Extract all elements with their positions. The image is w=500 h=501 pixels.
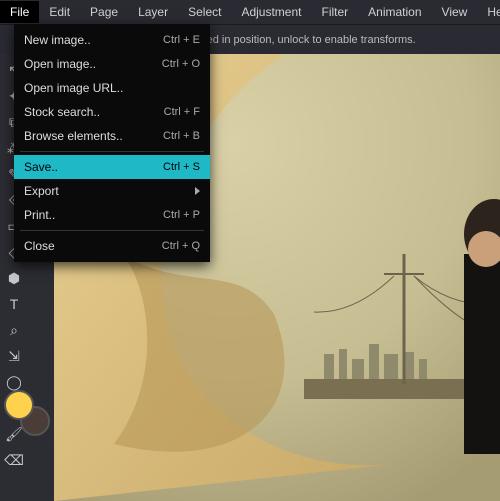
swatch-foreground[interactable] bbox=[4, 390, 34, 420]
menu-save[interactable]: Save.. Ctrl + S bbox=[14, 155, 210, 179]
menu-open-image[interactable]: Open image.. Ctrl + O bbox=[14, 52, 210, 76]
submenu-arrow-icon bbox=[195, 187, 200, 195]
menubar: File Edit Page Layer Select Adjustment F… bbox=[0, 0, 500, 24]
menu-browse-elements[interactable]: Browse elements.. Ctrl + B bbox=[14, 124, 210, 148]
menu-file[interactable]: File bbox=[0, 1, 39, 23]
menu-label: Open image URL.. bbox=[24, 81, 123, 95]
menu-open-url[interactable]: Open image URL.. bbox=[14, 76, 210, 100]
menu-label: New image.. bbox=[24, 33, 91, 47]
menu-select[interactable]: Select bbox=[178, 1, 231, 23]
menu-help[interactable]: Help bbox=[477, 1, 500, 23]
menu-export[interactable]: Export bbox=[14, 179, 210, 203]
menu-separator bbox=[20, 230, 204, 231]
menu-shortcut: Ctrl + Q bbox=[162, 240, 200, 252]
menu-stock-search[interactable]: Stock search.. Ctrl + F bbox=[14, 100, 210, 124]
menu-shortcut: Ctrl + S bbox=[163, 161, 200, 173]
menu-page[interactable]: Page bbox=[80, 1, 128, 23]
tool-blur[interactable]: ⬢ bbox=[2, 266, 26, 290]
menu-shortcut: Ctrl + B bbox=[163, 130, 200, 142]
tool-zoom[interactable]: ⌕ bbox=[2, 318, 26, 342]
file-dropdown: New image.. Ctrl + E Open image.. Ctrl +… bbox=[14, 24, 210, 262]
menu-label: Print.. bbox=[24, 208, 55, 222]
menu-view[interactable]: View bbox=[432, 1, 478, 23]
menu-shortcut: Ctrl + F bbox=[164, 106, 200, 118]
menu-label: Close bbox=[24, 239, 55, 253]
menu-adjustment[interactable]: Adjustment bbox=[231, 1, 311, 23]
menu-new-image[interactable]: New image.. Ctrl + E bbox=[14, 28, 210, 52]
menu-label: Browse elements.. bbox=[24, 129, 123, 143]
menu-shortcut: Ctrl + O bbox=[162, 58, 200, 70]
menu-edit[interactable]: Edit bbox=[39, 1, 80, 23]
menu-separator bbox=[20, 151, 204, 152]
tool-text[interactable]: T bbox=[2, 292, 26, 316]
menu-shortcut: Ctrl + E bbox=[163, 34, 200, 46]
menu-print[interactable]: Print.. Ctrl + P bbox=[14, 203, 210, 227]
color-swatches bbox=[4, 390, 50, 436]
menu-label: Export bbox=[24, 184, 59, 198]
menu-layer[interactable]: Layer bbox=[128, 1, 178, 23]
menu-label: Stock search.. bbox=[24, 105, 100, 119]
menu-filter[interactable]: Filter bbox=[311, 1, 358, 23]
tool-arrange[interactable]: ⇲ bbox=[2, 344, 26, 368]
menu-close[interactable]: Close Ctrl + Q bbox=[14, 234, 210, 258]
menu-label: Save.. bbox=[24, 160, 58, 174]
tool-eraser[interactable]: ⌫ bbox=[2, 448, 26, 472]
menu-shortcut: Ctrl + P bbox=[163, 209, 200, 221]
menu-animation[interactable]: Animation bbox=[358, 1, 431, 23]
menu-label: Open image.. bbox=[24, 57, 96, 71]
